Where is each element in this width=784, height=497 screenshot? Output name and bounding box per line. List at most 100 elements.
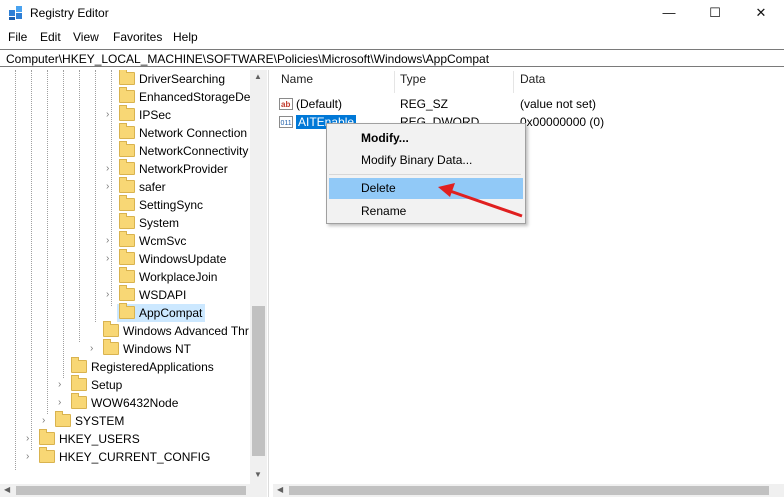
tree-item-label: System — [139, 216, 180, 230]
tree-item-label: NetworkProvider — [139, 162, 228, 176]
menu-help[interactable]: Help — [173, 30, 198, 44]
tree-item[interactable]: Windows NT — [103, 339, 191, 358]
maximize-button[interactable]: ☐ — [692, 0, 738, 26]
tree-item[interactable]: Setup — [71, 375, 122, 394]
key-tree[interactable]: DriverSearching EnhancedStorageDev › IPS… — [0, 70, 250, 484]
title-bar: Registry Editor — ☐ ✕ — [0, 0, 784, 26]
chevron-right-icon[interactable]: › — [58, 376, 61, 394]
folder-icon — [119, 267, 135, 283]
svg-text:011: 011 — [281, 120, 292, 127]
folder-icon — [119, 285, 135, 301]
value-type: REG_SZ — [400, 97, 449, 111]
folder-icon — [119, 70, 135, 85]
column-header-data[interactable]: Data — [520, 72, 545, 86]
tree-item[interactable]: NetworkConnectivity — [119, 141, 249, 160]
tree-item[interactable]: WorkplaceJoin — [119, 267, 218, 286]
tree-item-label: NetworkConnectivity — [139, 144, 249, 158]
value-row-name[interactable]: ab (Default) — [279, 97, 342, 111]
scroll-left-icon[interactable]: ◀ — [4, 485, 10, 494]
menu-bar: File Edit View Favorites Help — [0, 27, 784, 47]
tree-item[interactable]: WcmSvc — [119, 231, 186, 250]
column-header-name[interactable]: Name — [281, 72, 313, 86]
tree-item[interactable]: System — [119, 213, 180, 232]
folder-icon — [119, 105, 135, 121]
chevron-right-icon[interactable]: › — [106, 250, 109, 268]
value-data: 0x00000000 (0) — [520, 115, 605, 129]
values-hscroll-thumb[interactable] — [289, 486, 769, 495]
folder-icon — [71, 375, 87, 391]
context-menu: Modify... Modify Binary Data... Delete R… — [326, 123, 526, 224]
tree-item[interactable]: NetworkProvider — [119, 159, 228, 178]
tree-item[interactable]: Windows Advanced Thr — [103, 321, 249, 340]
menu-file[interactable]: File — [8, 30, 27, 44]
tree-item-label: Network Connection — [139, 126, 248, 140]
menu-item-modify-binary[interactable]: Modify Binary Data... — [361, 153, 472, 167]
menu-edit[interactable]: Edit — [40, 30, 61, 44]
tree-item[interactable]: RegisteredApplications — [71, 357, 214, 376]
tree-item[interactable]: HKEY_CURRENT_CONFIG — [39, 447, 211, 466]
tree-item[interactable]: WOW6432Node — [71, 393, 178, 412]
folder-icon — [119, 195, 135, 211]
tree-item[interactable]: SettingSync — [119, 195, 204, 214]
scroll-up-icon[interactable]: ▲ — [254, 72, 262, 81]
tree-item-label: WorkplaceJoin — [139, 270, 218, 284]
folder-icon — [71, 357, 87, 373]
chevron-right-icon[interactable]: › — [106, 232, 109, 250]
values-horizontal-scrollbar[interactable]: ◀ — [273, 484, 784, 497]
close-button[interactable]: ✕ — [738, 0, 784, 26]
chevron-right-icon[interactable]: › — [26, 448, 29, 466]
tree-item-label: SYSTEM — [75, 414, 125, 428]
chevron-right-icon[interactable]: › — [90, 340, 93, 358]
tree-item-label: RegisteredApplications — [91, 360, 214, 374]
registry-editor-icon — [9, 6, 22, 20]
folder-icon — [103, 339, 119, 355]
tree-item[interactable]: Network Connection — [119, 123, 248, 142]
menu-view[interactable]: View — [73, 30, 99, 44]
pane-splitter[interactable] — [268, 70, 273, 497]
tree-item-selected[interactable]: AppCompat — [117, 303, 206, 322]
tree-item-label: HKEY_CURRENT_CONFIG — [59, 450, 211, 464]
scroll-down-icon[interactable]: ▼ — [254, 470, 262, 479]
column-header-type[interactable]: Type — [400, 72, 426, 86]
minimize-button[interactable]: — — [646, 0, 692, 26]
chevron-right-icon[interactable]: › — [106, 106, 109, 124]
menu-item-rename[interactable]: Rename — [361, 204, 406, 218]
tree-item[interactable]: IPSec — [119, 105, 171, 124]
chevron-right-icon[interactable]: › — [106, 160, 109, 178]
folder-icon — [39, 429, 55, 445]
tree-item[interactable]: SYSTEM — [55, 411, 125, 430]
tree-horizontal-scrollbar[interactable]: ◀ — [0, 484, 267, 497]
svg-text:ab: ab — [281, 100, 290, 109]
folder-icon — [55, 411, 71, 427]
menu-favorites[interactable]: Favorites — [113, 30, 162, 44]
folder-icon — [119, 87, 135, 103]
tree-item-label: WindowsUpdate — [139, 252, 227, 266]
chevron-right-icon[interactable]: › — [58, 394, 61, 412]
tree-item-label: SettingSync — [139, 198, 204, 212]
tree-item-label: AppCompat — [139, 306, 203, 320]
chevron-right-icon[interactable]: › — [26, 430, 29, 448]
value-name: (Default) — [296, 97, 343, 111]
chevron-right-icon[interactable]: › — [42, 412, 45, 430]
tree-scroll-thumb[interactable] — [252, 306, 265, 456]
menu-item-delete[interactable]: Delete — [361, 181, 396, 195]
window-title: Registry Editor — [30, 6, 109, 20]
folder-icon — [119, 141, 135, 157]
scroll-left-icon[interactable]: ◀ — [277, 485, 283, 494]
folder-icon — [39, 447, 55, 463]
string-value-icon: ab — [279, 98, 293, 110]
tree-item[interactable]: EnhancedStorageDev — [119, 87, 250, 106]
tree-item[interactable]: safer — [119, 177, 166, 196]
folder-icon — [103, 321, 119, 337]
tree-item[interactable]: HKEY_USERS — [39, 429, 140, 448]
tree-item[interactable]: DriverSearching — [119, 70, 225, 88]
tree-item[interactable]: WSDAPI — [119, 285, 186, 304]
tree-item-label: DriverSearching — [139, 72, 226, 86]
chevron-right-icon[interactable]: › — [106, 286, 109, 304]
address-bar[interactable]: Computer\HKEY_LOCAL_MACHINE\SOFTWARE\Pol… — [0, 49, 784, 67]
menu-item-modify[interactable]: Modify... — [361, 131, 409, 145]
tree-hscroll-thumb[interactable] — [16, 486, 246, 495]
chevron-right-icon[interactable]: › — [106, 178, 109, 196]
tree-item[interactable]: WindowsUpdate — [119, 249, 227, 268]
tree-vertical-scrollbar[interactable]: ▲ ▼ — [250, 70, 267, 484]
